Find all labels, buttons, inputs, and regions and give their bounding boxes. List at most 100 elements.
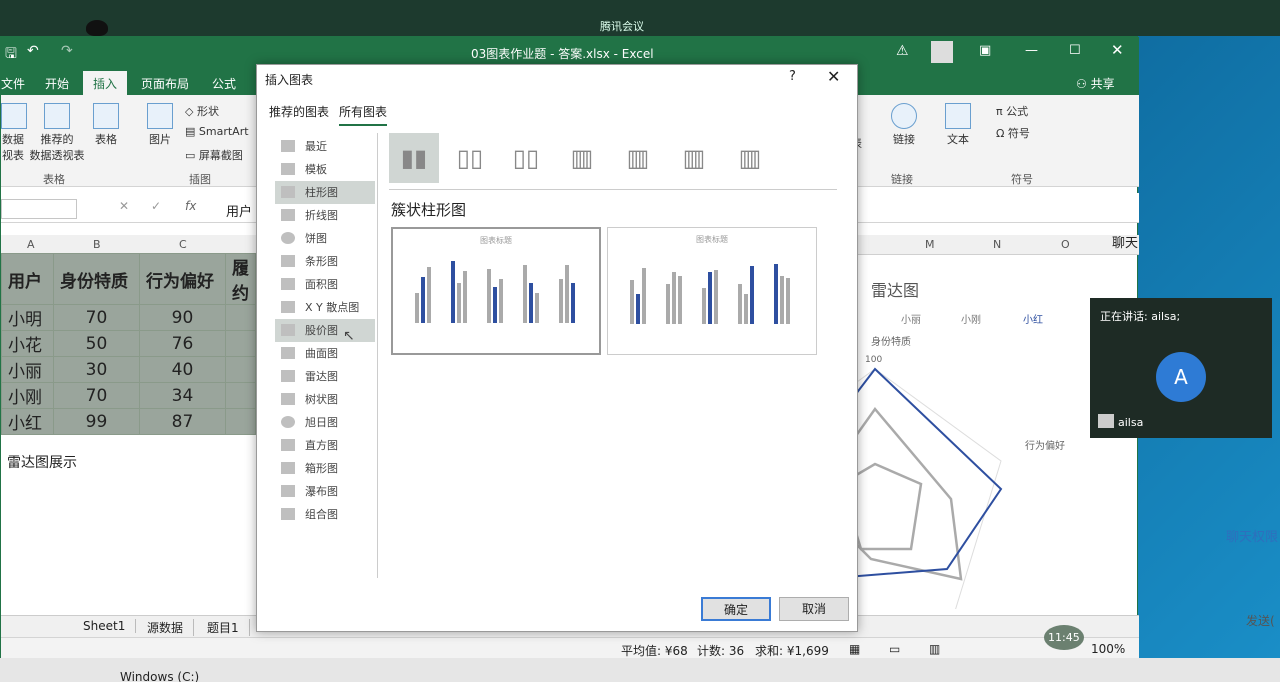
tab-recommended-charts[interactable]: 推荐的图表 (269, 103, 329, 124)
col-m[interactable]: M (925, 238, 935, 251)
picture-button[interactable]: 图片 (143, 103, 177, 147)
send-button[interactable]: 发送( (1246, 612, 1275, 629)
page-break-icon[interactable]: ▥ (929, 642, 940, 656)
tab-page-layout[interactable]: 页面布局 (141, 75, 189, 92)
cell[interactable]: 99 (53, 408, 140, 435)
col-b[interactable]: B (93, 238, 101, 251)
cell[interactable]: 90 (139, 304, 226, 331)
chart-type-treemap[interactable]: 树状图 (275, 388, 375, 411)
tab-insert[interactable]: 插入 (83, 71, 128, 95)
header-behavior[interactable]: 行为偏好 (139, 253, 226, 305)
symbol-button[interactable]: Ω 符号 (996, 125, 1030, 141)
page-layout-icon[interactable]: ▭ (889, 642, 900, 656)
3d-clustered-column-icon[interactable]: ▥ (557, 133, 607, 183)
cell[interactable]: 70 (53, 382, 140, 409)
chart-type-bar[interactable]: 条形图 (275, 250, 375, 273)
col-o[interactable]: O (1061, 238, 1070, 251)
header-identity[interactable]: 身份特质 (53, 253, 140, 305)
col-c[interactable]: C (179, 238, 187, 251)
close-button[interactable]: ✕ (1111, 41, 1124, 59)
header-user[interactable]: 用户 (1, 253, 54, 305)
chart-type-boxwhisker[interactable]: 箱形图 (275, 457, 375, 480)
chart-type-sunburst[interactable]: 旭日图 (275, 411, 375, 434)
drive-label[interactable]: Windows (C:) (120, 670, 199, 682)
chart-type-radar[interactable]: 雷达图 (275, 365, 375, 388)
cell[interactable]: 76 (139, 330, 226, 357)
cell[interactable] (225, 408, 256, 435)
ribbon-display-icon[interactable]: ▣ (979, 43, 991, 58)
cell[interactable] (225, 382, 256, 409)
screenshot-button[interactable]: ▭ 屏幕截图 (185, 147, 243, 163)
fx-icon[interactable]: fx (185, 199, 196, 213)
chart-preview-1[interactable]: 图表标题 (391, 227, 601, 355)
chart-type-column[interactable]: 柱形图 (275, 181, 375, 204)
help-button[interactable]: ? (789, 69, 796, 84)
header-fulfillment[interactable]: 履约 (225, 253, 256, 305)
caption-text[interactable]: 雷达图展示 (7, 452, 77, 472)
save-icon[interactable]: 🖫 (5, 43, 17, 67)
clustered-column-icon[interactable]: ▮▮ (389, 133, 439, 183)
cell[interactable]: 50 (53, 330, 140, 357)
cell[interactable]: 34 (139, 382, 226, 409)
chat-permission-link[interactable]: 聊天权限 (1226, 526, 1278, 545)
formula-input[interactable]: 用户 (226, 201, 252, 220)
tab-all-charts[interactable]: 所有图表 (339, 103, 388, 126)
formula-button[interactable]: π 公式 (996, 103, 1028, 119)
cell[interactable] (225, 330, 256, 357)
cell[interactable]: 40 (139, 356, 226, 383)
chart-type-recent[interactable]: 最近 (275, 135, 375, 158)
table-button[interactable]: 表格 (91, 103, 121, 147)
cell[interactable]: 小花 (1, 330, 54, 357)
dialog-close-button[interactable]: ✕ (827, 67, 840, 86)
recommended-pivot-button[interactable]: 推荐的 数据透视表 (27, 103, 87, 163)
pivot-table-button[interactable]: 数据 视表 (1, 103, 27, 163)
chart-type-combo[interactable]: 组合图 (275, 503, 375, 526)
col-a[interactable]: A (27, 238, 35, 251)
tab-formulas[interactable]: 公式 (212, 75, 236, 92)
tab-home[interactable]: 开始 (45, 75, 69, 92)
percent-stacked-column-icon[interactable]: ▯▯ (501, 133, 551, 183)
chart-type-stock[interactable]: 股价图 ↖ (275, 319, 375, 344)
sheet-tab[interactable]: 源数据 (137, 619, 195, 636)
chart-type-templates[interactable]: 模板 (275, 158, 375, 181)
cell[interactable] (225, 356, 256, 383)
smartart-button[interactable]: ▤ SmartArt (185, 125, 249, 138)
maximize-button[interactable]: ☐ (1069, 43, 1081, 58)
meeting-app-label[interactable]: 腾讯会议 (600, 18, 644, 34)
penguin-icon[interactable] (86, 20, 108, 36)
account-avatar[interactable] (931, 41, 953, 63)
cell[interactable]: 小丽 (1, 356, 54, 383)
3d-column-icon[interactable]: ▥ (725, 133, 775, 183)
text-button[interactable]: 文本 (943, 103, 973, 147)
chart-type-scatter[interactable]: X Y 散点图 (275, 296, 375, 319)
chart-type-waterfall[interactable]: 瀑布图 (275, 480, 375, 503)
cell[interactable]: 小刚 (1, 382, 54, 409)
tab-file[interactable]: 文件 (1, 75, 25, 92)
chart-preview-2[interactable]: 图表标题 (607, 227, 817, 355)
cancel-icon[interactable]: ✕ (119, 199, 129, 213)
3d-percent-column-icon[interactable]: ▥ (669, 133, 719, 183)
normal-view-icon[interactable]: ▦ (849, 642, 860, 656)
stacked-column-icon[interactable]: ▯▯ (445, 133, 495, 183)
chart-type-pie[interactable]: 饼图 (275, 227, 375, 250)
shapes-button[interactable]: ◇ 形状 (185, 103, 219, 119)
cell[interactable]: 小明 (1, 304, 54, 331)
link-button[interactable]: 链接 (889, 103, 919, 147)
cell[interactable]: 30 (53, 356, 140, 383)
chart-type-area[interactable]: 面积图 (275, 273, 375, 296)
sheet-tab[interactable]: Sheet1 (73, 619, 137, 633)
warning-icon[interactable]: ⚠ (896, 43, 909, 59)
sheet-tab[interactable]: 题目1 (197, 619, 250, 636)
redo-icon[interactable]: ↷ (61, 43, 73, 59)
chart-type-line[interactable]: 折线图 (275, 204, 375, 227)
undo-icon[interactable]: ↶ (27, 43, 39, 59)
share-button[interactable]: ⚇ 共享 (1076, 75, 1115, 92)
chart-type-histogram[interactable]: 直方图 (275, 434, 375, 457)
3d-stacked-column-icon[interactable]: ▥ (613, 133, 663, 183)
col-n[interactable]: N (993, 238, 1001, 251)
cell[interactable]: 小红 (1, 408, 54, 435)
cancel-button[interactable]: 取消 (779, 597, 849, 621)
radar-chart[interactable]: 雷达图 小丽 小刚 小红 身份特质 行为偏好 100 (851, 269, 1119, 609)
ok-button[interactable]: 确定 (701, 597, 771, 621)
chart-type-surface[interactable]: 曲面图 (275, 342, 375, 365)
